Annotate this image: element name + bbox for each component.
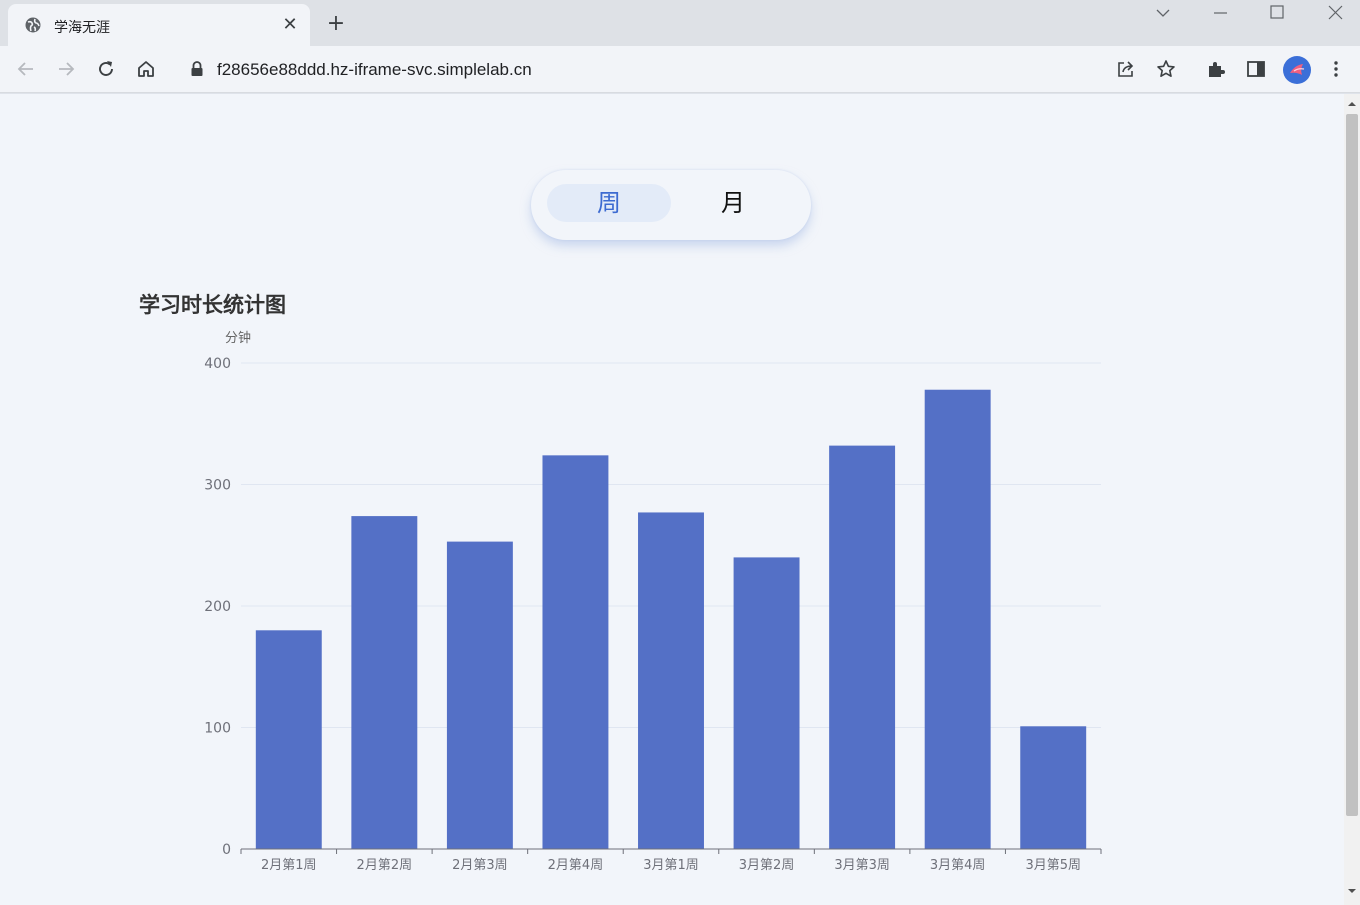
bar <box>638 512 704 849</box>
share-icon[interactable] <box>1115 58 1137 80</box>
side-panel-icon[interactable] <box>1245 58 1267 80</box>
extensions-icon[interactable] <box>1205 58 1227 80</box>
menu-kebab-icon[interactable] <box>1325 58 1347 80</box>
browser-toolbar: f28656e88ddd.hz-iframe-svc.simplelab.cn <box>0 46 1360 93</box>
page-viewport: 周 月 学习时长统计图 分钟 0 100 200 300 400 2月第1周 2月第2周 2月… <box>0 94 1344 905</box>
x-tick-label: 3月第2周 <box>739 858 795 873</box>
x-tick-label: 3月第5周 <box>1025 858 1081 873</box>
browser-titlebar: 学海无涯 ✕ + <box>0 0 1360 46</box>
x-tick-label: 2月第1周 <box>261 858 317 873</box>
minimize-icon[interactable] <box>1200 4 1240 24</box>
bar-chart: 0 100 200 300 400 2月第1周 2月第2周 2月第3周 2月第4周 3月第1周 3月… <box>204 356 1102 873</box>
y-tick-label: 200 <box>204 599 231 615</box>
tab-search-icon[interactable] <box>1143 4 1183 24</box>
url-text[interactable]: f28656e88ddd.hz-iframe-svc.simplelab.cn <box>217 60 532 80</box>
globe-icon <box>25 17 41 33</box>
bar <box>446 541 513 849</box>
bar <box>542 455 609 849</box>
forward-icon[interactable] <box>55 58 77 80</box>
y-tick-label: 0 <box>222 842 231 858</box>
bar <box>733 557 800 849</box>
close-window-icon[interactable] <box>1315 4 1355 24</box>
x-tick-label: 3月第3周 <box>834 858 890 873</box>
y-tick-label: 300 <box>204 478 231 494</box>
vertical-scrollbar[interactable] <box>1344 94 1360 905</box>
bar <box>924 389 991 849</box>
x-tick-label: 2月第3周 <box>452 858 508 873</box>
profile-avatar[interactable] <box>1283 56 1311 84</box>
scroll-up-arrow-icon[interactable] <box>1347 99 1357 109</box>
x-tick-label: 3月第1周 <box>643 858 699 873</box>
home-icon[interactable] <box>135 58 157 80</box>
y-tick-label: 400 <box>204 356 231 372</box>
avatar-bird-icon <box>1290 64 1305 75</box>
lock-icon[interactable] <box>190 60 204 78</box>
new-tab-button[interactable]: + <box>326 13 346 35</box>
reload-icon[interactable] <box>95 58 117 80</box>
bar <box>829 445 896 849</box>
scroll-down-arrow-icon[interactable] <box>1347 886 1357 896</box>
maximize-icon[interactable] <box>1257 4 1297 24</box>
tab-title: 学海无涯 <box>54 20 110 36</box>
scrollbar-thumb[interactable] <box>1346 114 1358 816</box>
x-tick-label: 3月第4周 <box>930 858 986 873</box>
x-tick-label: 2月第4周 <box>548 858 604 873</box>
x-tick-label: 2月第2周 <box>357 858 413 873</box>
browser-tab[interactable]: 学海无涯 ✕ <box>8 4 310 46</box>
back-icon[interactable] <box>15 58 37 80</box>
bar <box>255 630 322 849</box>
bar <box>1020 726 1087 849</box>
tab-close-icon[interactable]: ✕ <box>281 16 299 34</box>
bar <box>351 516 418 849</box>
bookmark-star-icon[interactable] <box>1155 58 1177 80</box>
y-tick-label: 100 <box>204 721 231 737</box>
